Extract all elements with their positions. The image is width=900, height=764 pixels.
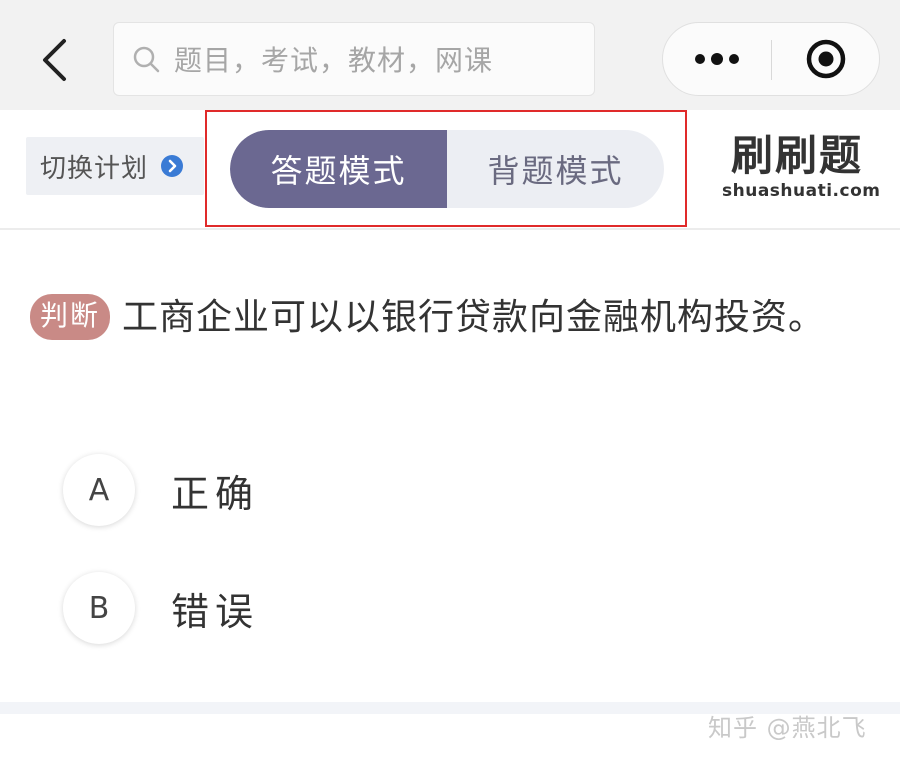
search-input[interactable]: 题目，考试，教材，网课 <box>113 22 595 96</box>
question-stem: 判断 工商企业可以以银行贷款向金融机构投资。 <box>30 288 850 348</box>
search-icon <box>133 46 160 73</box>
brand-domain: shuashuati.com <box>722 181 881 201</box>
more-button[interactable] <box>663 23 771 95</box>
switch-plan-label: 切换计划 <box>40 153 149 184</box>
question-text: 工商企业可以以银行贷款向金融机构投资。 <box>122 297 826 338</box>
recite-mode-tab[interactable]: 背题模式 <box>447 130 664 208</box>
option-a[interactable]: A 正确 <box>63 452 663 528</box>
mode-toggle: 答题模式 背题模式 <box>230 130 664 208</box>
mode-bar: 切换计划 答题模式 背题模式 刷刷题 shuashuati.com <box>0 110 900 230</box>
brand-logo: 刷刷题 shuashuati.com <box>722 131 881 212</box>
answer-mode-tab[interactable]: 答题模式 <box>230 130 447 208</box>
more-dots-icon <box>695 53 739 65</box>
switch-plan-button[interactable]: 切换计划 <box>26 137 204 195</box>
chevron-right-circle-icon <box>161 155 184 177</box>
option-b[interactable]: B 错误 <box>63 570 663 646</box>
back-button[interactable] <box>32 34 76 86</box>
close-button[interactable] <box>772 23 880 95</box>
option-letter-a: A <box>63 454 135 526</box>
option-text-b: 错误 <box>171 589 260 634</box>
watermark: 知乎 @燕北飞 <box>708 714 867 742</box>
brand-name: 刷刷题 <box>730 131 863 180</box>
target-close-icon <box>806 39 846 79</box>
chevron-left-icon <box>43 39 66 81</box>
question-type-badge: 判断 <box>30 294 111 340</box>
mini-program-capsule <box>662 22 880 96</box>
option-letter-b: B <box>63 572 135 644</box>
option-text-a: 正确 <box>171 471 260 516</box>
search-placeholder: 题目，考试，教材，网课 <box>174 44 494 77</box>
top-nav-bar: 题目，考试，教材，网课 <box>0 0 900 110</box>
